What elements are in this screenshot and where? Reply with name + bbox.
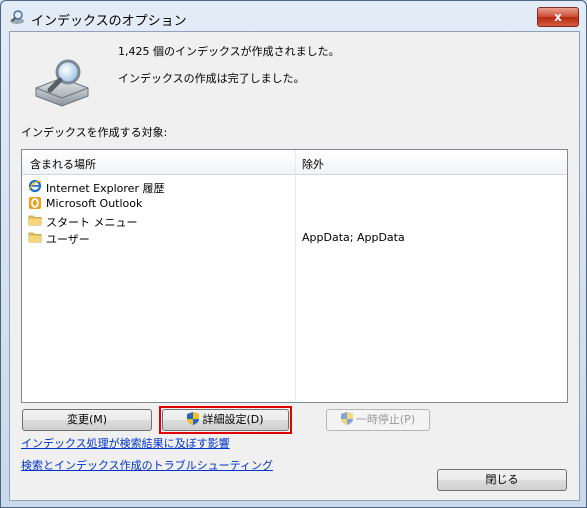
pause-button-label: 一時停止(P) (355, 413, 416, 426)
advanced-button-label: 詳細設定(D) (202, 413, 264, 426)
location-exclusions: AppData; AppData (302, 231, 405, 244)
list-item[interactable]: Microsoft Outlook (22, 195, 567, 212)
uac-shield-icon (340, 412, 353, 425)
location-label: Microsoft Outlook (46, 197, 143, 210)
indexed-locations-list[interactable]: 含まれる場所 除外 Internet Explorer 履歴 Microsoft (21, 149, 568, 403)
pause-button: 一時停止(P) (326, 409, 430, 431)
indexed-count-text: 1,425 個のインデックスが作成されました。 (118, 45, 340, 58)
uac-shield-icon (187, 412, 200, 425)
list-item[interactable]: Internet Explorer 履歴 (22, 178, 567, 195)
folder-icon (28, 232, 42, 243)
header-included-locations[interactable]: 含まれる場所 (30, 156, 96, 172)
header-excluded[interactable]: 除外 (302, 156, 324, 172)
close-icon: x (554, 10, 562, 24)
outlook-icon (29, 197, 41, 209)
indexing-impact-link[interactable]: インデックス処理が検索結果に及ぼす影響 (21, 435, 230, 451)
ie-icon (28, 179, 42, 193)
title-bar[interactable]: インデックスのオプション x (1, 1, 586, 31)
location-label: ユーザー (46, 233, 90, 246)
location-label: スタート メニュー (46, 216, 138, 229)
list-item[interactable]: スタート メニュー (22, 212, 567, 229)
advanced-button[interactable]: 詳細設定(D) (162, 409, 289, 431)
index-locations-label: インデックスを作成する対象: (21, 126, 168, 139)
location-label: Internet Explorer 履歴 (46, 182, 165, 195)
list-item[interactable]: ユーザー AppData; AppData (22, 229, 567, 246)
indexing-status-text: インデックスの作成は完了しました。 (118, 72, 305, 85)
close-button[interactable]: 閉じる (437, 469, 567, 491)
modify-button[interactable]: 変更(M) (22, 409, 152, 431)
indexing-options-window: インデックスのオプション x 1,425 個のインデックスが作成されました。 イ… (0, 0, 587, 508)
indexing-icon (10, 10, 24, 24)
close-window-button[interactable]: x (537, 7, 579, 27)
indexing-drive-icon (35, 59, 89, 107)
troubleshoot-link[interactable]: 検索とインデックス作成のトラブルシューティング (21, 457, 273, 473)
folder-icon (28, 215, 42, 226)
window-title: インデックスのオプション (31, 14, 187, 29)
dialog-body: 1,425 個のインデックスが作成されました。 インデックスの作成は完了しました… (9, 31, 580, 501)
